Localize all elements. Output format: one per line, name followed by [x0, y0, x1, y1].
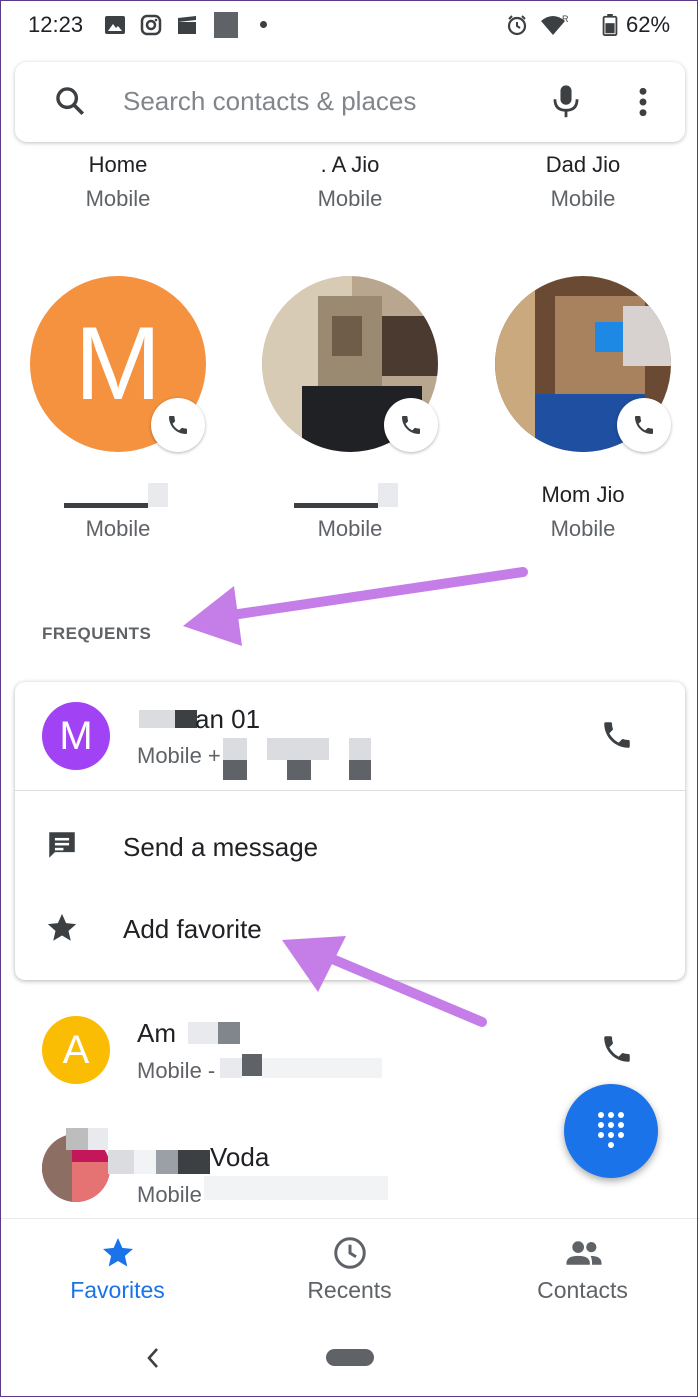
annotation-arrow [282, 936, 487, 1027]
annotation-arrow [183, 567, 528, 646]
annotation-arrows [183, 567, 528, 1027]
